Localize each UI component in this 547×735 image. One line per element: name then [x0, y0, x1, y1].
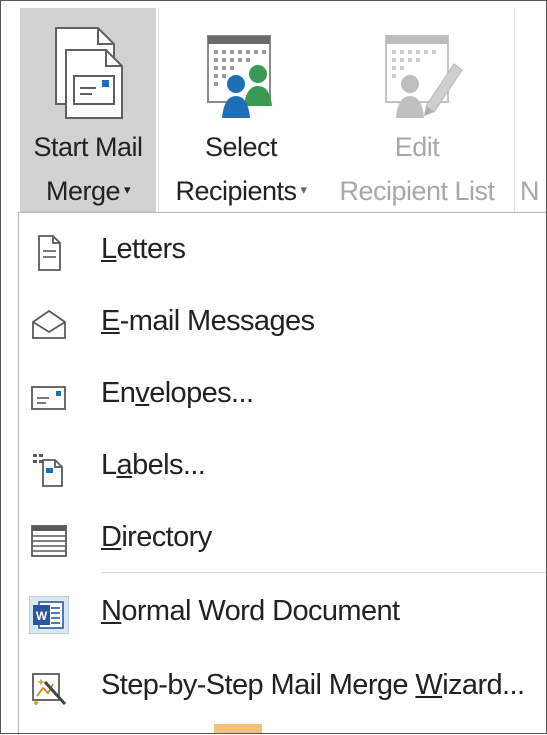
recipients-grid-icon	[160, 22, 322, 122]
menu-separator	[101, 572, 547, 573]
email-access-key: E	[101, 305, 120, 337]
menu-item-letters[interactable]: Letters	[19, 217, 547, 287]
start-mail-merge-button[interactable]: Start Mail Merge ▾	[20, 8, 156, 212]
letter-page-icon	[29, 234, 69, 272]
ribbon-divider	[514, 8, 515, 212]
labels-icon	[29, 450, 69, 488]
menu-item-mail-merge-wizard-label: Step-by-Step Mail Merge Wizard...	[101, 669, 525, 702]
wizard-wand-icon	[29, 670, 69, 708]
envelopes-label-pre: En	[101, 377, 136, 409]
document-letter-icon	[20, 22, 156, 122]
start-mail-merge-menu: Letters E-mail Messages Envelopes... Lab…	[18, 212, 547, 735]
next-ribbon-button-partial[interactable]: N	[516, 8, 547, 212]
labels-label-pre: L	[101, 449, 117, 481]
start-mail-merge-label-line2-text: Merge	[45, 176, 121, 206]
menu-item-email-messages[interactable]: E-mail Messages	[19, 289, 547, 359]
letters-label-post: etters	[116, 233, 187, 265]
letters-access-key: L	[101, 233, 117, 265]
envelope-card-icon	[29, 378, 69, 416]
envelopes-label-post: elopes...	[149, 377, 254, 409]
menu-item-email-messages-label: E-mail Messages	[101, 305, 315, 338]
next-ribbon-button-label: N	[520, 176, 540, 206]
wizard-label-pre: Step-by-Step Mail Merge	[101, 669, 416, 701]
edit-recipient-list-label-line2: Recipient List	[339, 176, 495, 206]
normal-label-post: ormal Word Document	[121, 595, 400, 627]
menu-item-labels[interactable]: Labels...	[19, 433, 547, 503]
menu-item-normal-word-document-label: Normal Word Document	[101, 595, 400, 628]
edit-recipients-icon	[322, 22, 512, 122]
menu-item-directory-label: Directory	[101, 521, 212, 554]
menu-item-mail-merge-wizard[interactable]: Step-by-Step Mail Merge Wizard...	[19, 653, 547, 723]
labels-label-post: bels...	[132, 449, 206, 481]
select-recipients-label-line2-text: Recipients	[175, 176, 297, 206]
menu-item-labels-label: Labels...	[101, 449, 206, 482]
email-envelope-icon	[29, 306, 69, 344]
select-recipients-label-line1: Select	[204, 132, 278, 162]
menu-item-directory[interactable]: Directory	[19, 505, 547, 575]
dropdown-caret-icon: ▾	[124, 181, 131, 197]
directory-access-key: D	[101, 521, 122, 553]
ribbon-divider	[158, 8, 159, 212]
svg-text:W: W	[36, 609, 48, 623]
mail-merge-screenshot: Start Mail Merge ▾ Select Recipients ▾ E…	[0, 0, 547, 735]
dropdown-caret-icon: ▾	[300, 181, 308, 197]
select-recipients-label-line2: Recipients ▾	[160, 176, 322, 207]
menu-item-normal-word-document[interactable]: W Normal Word Document	[19, 579, 547, 649]
edit-recipient-list-label-line1: Edit	[394, 132, 440, 162]
labels-access-key: a	[116, 449, 133, 481]
wizard-label-post: izard...	[442, 669, 525, 701]
normal-access-key: N	[101, 595, 122, 627]
select-recipients-button[interactable]: Select Recipients ▾	[160, 8, 322, 212]
wizard-access-key: W	[415, 669, 443, 701]
menu-item-envelopes[interactable]: Envelopes...	[19, 361, 547, 431]
directory-list-icon	[29, 522, 69, 560]
mailings-ribbon: Start Mail Merge ▾ Select Recipients ▾ E…	[0, 0, 547, 214]
email-label-post: -mail Messages	[119, 305, 315, 337]
start-mail-merge-label-line2: Merge ▾	[20, 176, 156, 207]
background-document-glimpse	[214, 724, 262, 734]
edit-recipient-list-button[interactable]: Edit Recipient List	[322, 8, 512, 212]
menu-item-envelopes-label: Envelopes...	[101, 377, 254, 410]
directory-label-post: irectory	[121, 521, 212, 553]
envelopes-access-key: v	[135, 377, 150, 409]
word-document-icon: W	[28, 595, 70, 635]
menu-item-letters-label: Letters	[101, 233, 187, 266]
start-mail-merge-label-line1: Start Mail	[33, 132, 143, 162]
